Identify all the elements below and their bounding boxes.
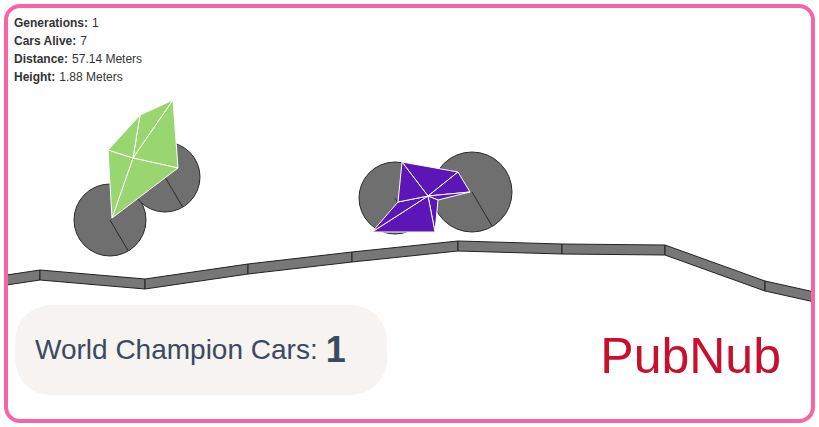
terrain-segment: [765, 281, 815, 303]
stat-value: 1: [92, 14, 99, 32]
game-frame: Generations:1Cars Alive:7Distance:57.14 …: [4, 4, 815, 423]
stat-label: Generations:: [14, 14, 88, 32]
green-car: [74, 100, 200, 256]
stat-label: Distance:: [14, 50, 68, 68]
champion-badge: World Champion Cars:1: [15, 305, 387, 395]
stats-panel: Generations:1Cars Alive:7Distance:57.14 …: [14, 14, 142, 86]
terrain-segment: [665, 245, 765, 291]
stat-label: Height:: [14, 68, 55, 86]
terrain-segment: [4, 270, 40, 286]
car-body-part: [108, 150, 133, 218]
stat-value: 1.88 Meters: [59, 68, 122, 86]
terrain-segment: [248, 252, 352, 274]
stat-row: Height:1.88 Meters: [14, 68, 142, 86]
terrain-segment: [562, 244, 665, 255]
stat-label: Cars Alive:: [14, 32, 76, 50]
terrain-segment: [352, 241, 458, 262]
stat-value: 57.14 Meters: [72, 50, 142, 68]
app: Generations:1Cars Alive:7Distance:57.14 …: [0, 0, 819, 427]
stat-row: Generations:1: [14, 14, 142, 32]
champion-count: 1: [326, 323, 346, 377]
stat-row: Cars Alive:7: [14, 32, 142, 50]
car-body-part: [108, 115, 140, 158]
purple-car: [359, 152, 512, 234]
champion-label: World Champion Cars:: [35, 329, 318, 371]
pubnub-logo: PubNub: [600, 326, 781, 386]
car-body-part: [133, 100, 178, 168]
car-body-part: [398, 162, 428, 202]
stat-value: 7: [80, 32, 87, 50]
stat-row: Distance:57.14 Meters: [14, 50, 142, 68]
terrain-segment: [40, 270, 145, 289]
terrain-segment: [458, 241, 562, 254]
terrain-segment: [145, 264, 248, 289]
